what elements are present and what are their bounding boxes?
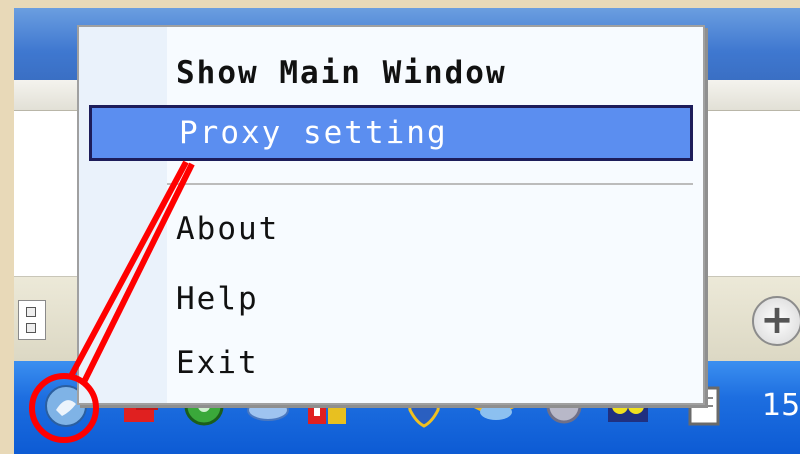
menu-item-proxy-setting[interactable]: Proxy setting (89, 105, 693, 161)
window-frame-top (0, 0, 800, 8)
zoom-in-button[interactable]: + (752, 296, 800, 346)
menu-item-about[interactable]: About (89, 201, 693, 257)
menu-separator (167, 183, 693, 185)
menu-item-exit[interactable]: Exit (89, 335, 693, 391)
menu-item-show-main-window[interactable]: Show Main Window (89, 45, 693, 101)
window-frame-left (0, 0, 14, 454)
view-grid-icon[interactable] (18, 300, 46, 340)
tray-context-menu: Show Main Window Proxy setting About Hel… (77, 25, 705, 405)
taskbar-clock[interactable]: 15 (762, 388, 800, 423)
menu-item-help[interactable]: Help (89, 271, 693, 327)
desktop-screen: + 15 Show Main Window Proxy setting Abou… (0, 0, 800, 454)
